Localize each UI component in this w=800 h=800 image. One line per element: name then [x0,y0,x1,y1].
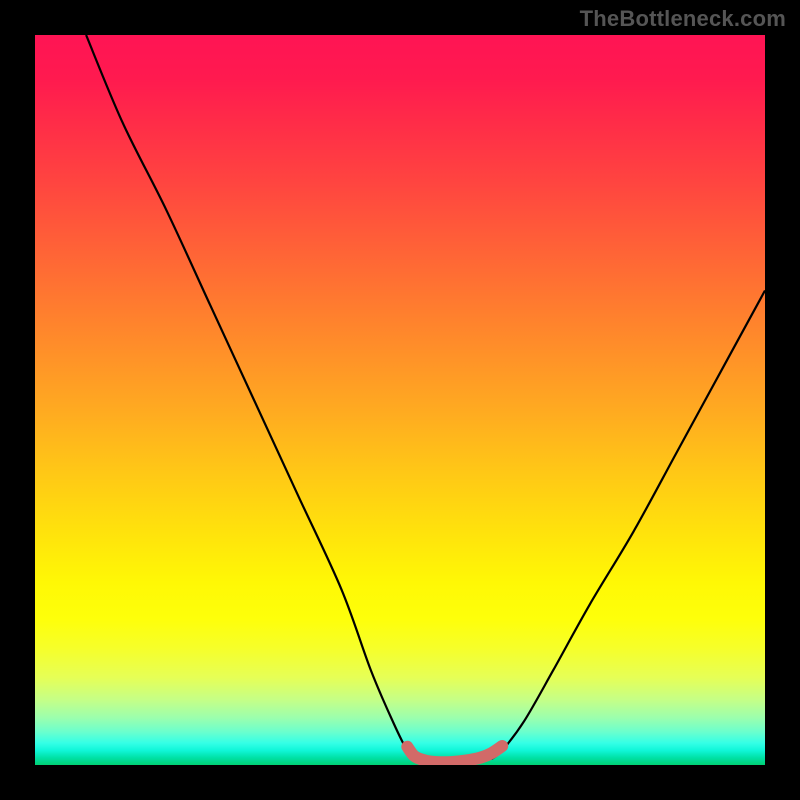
highlight-bottom-path [407,746,502,762]
curve-layer [35,35,765,765]
watermark-text: TheBottleneck.com [580,6,786,32]
plot-area [35,35,765,765]
curve-left-path [86,35,418,759]
chart-frame: TheBottleneck.com [0,0,800,800]
curve-right-path [491,291,765,760]
